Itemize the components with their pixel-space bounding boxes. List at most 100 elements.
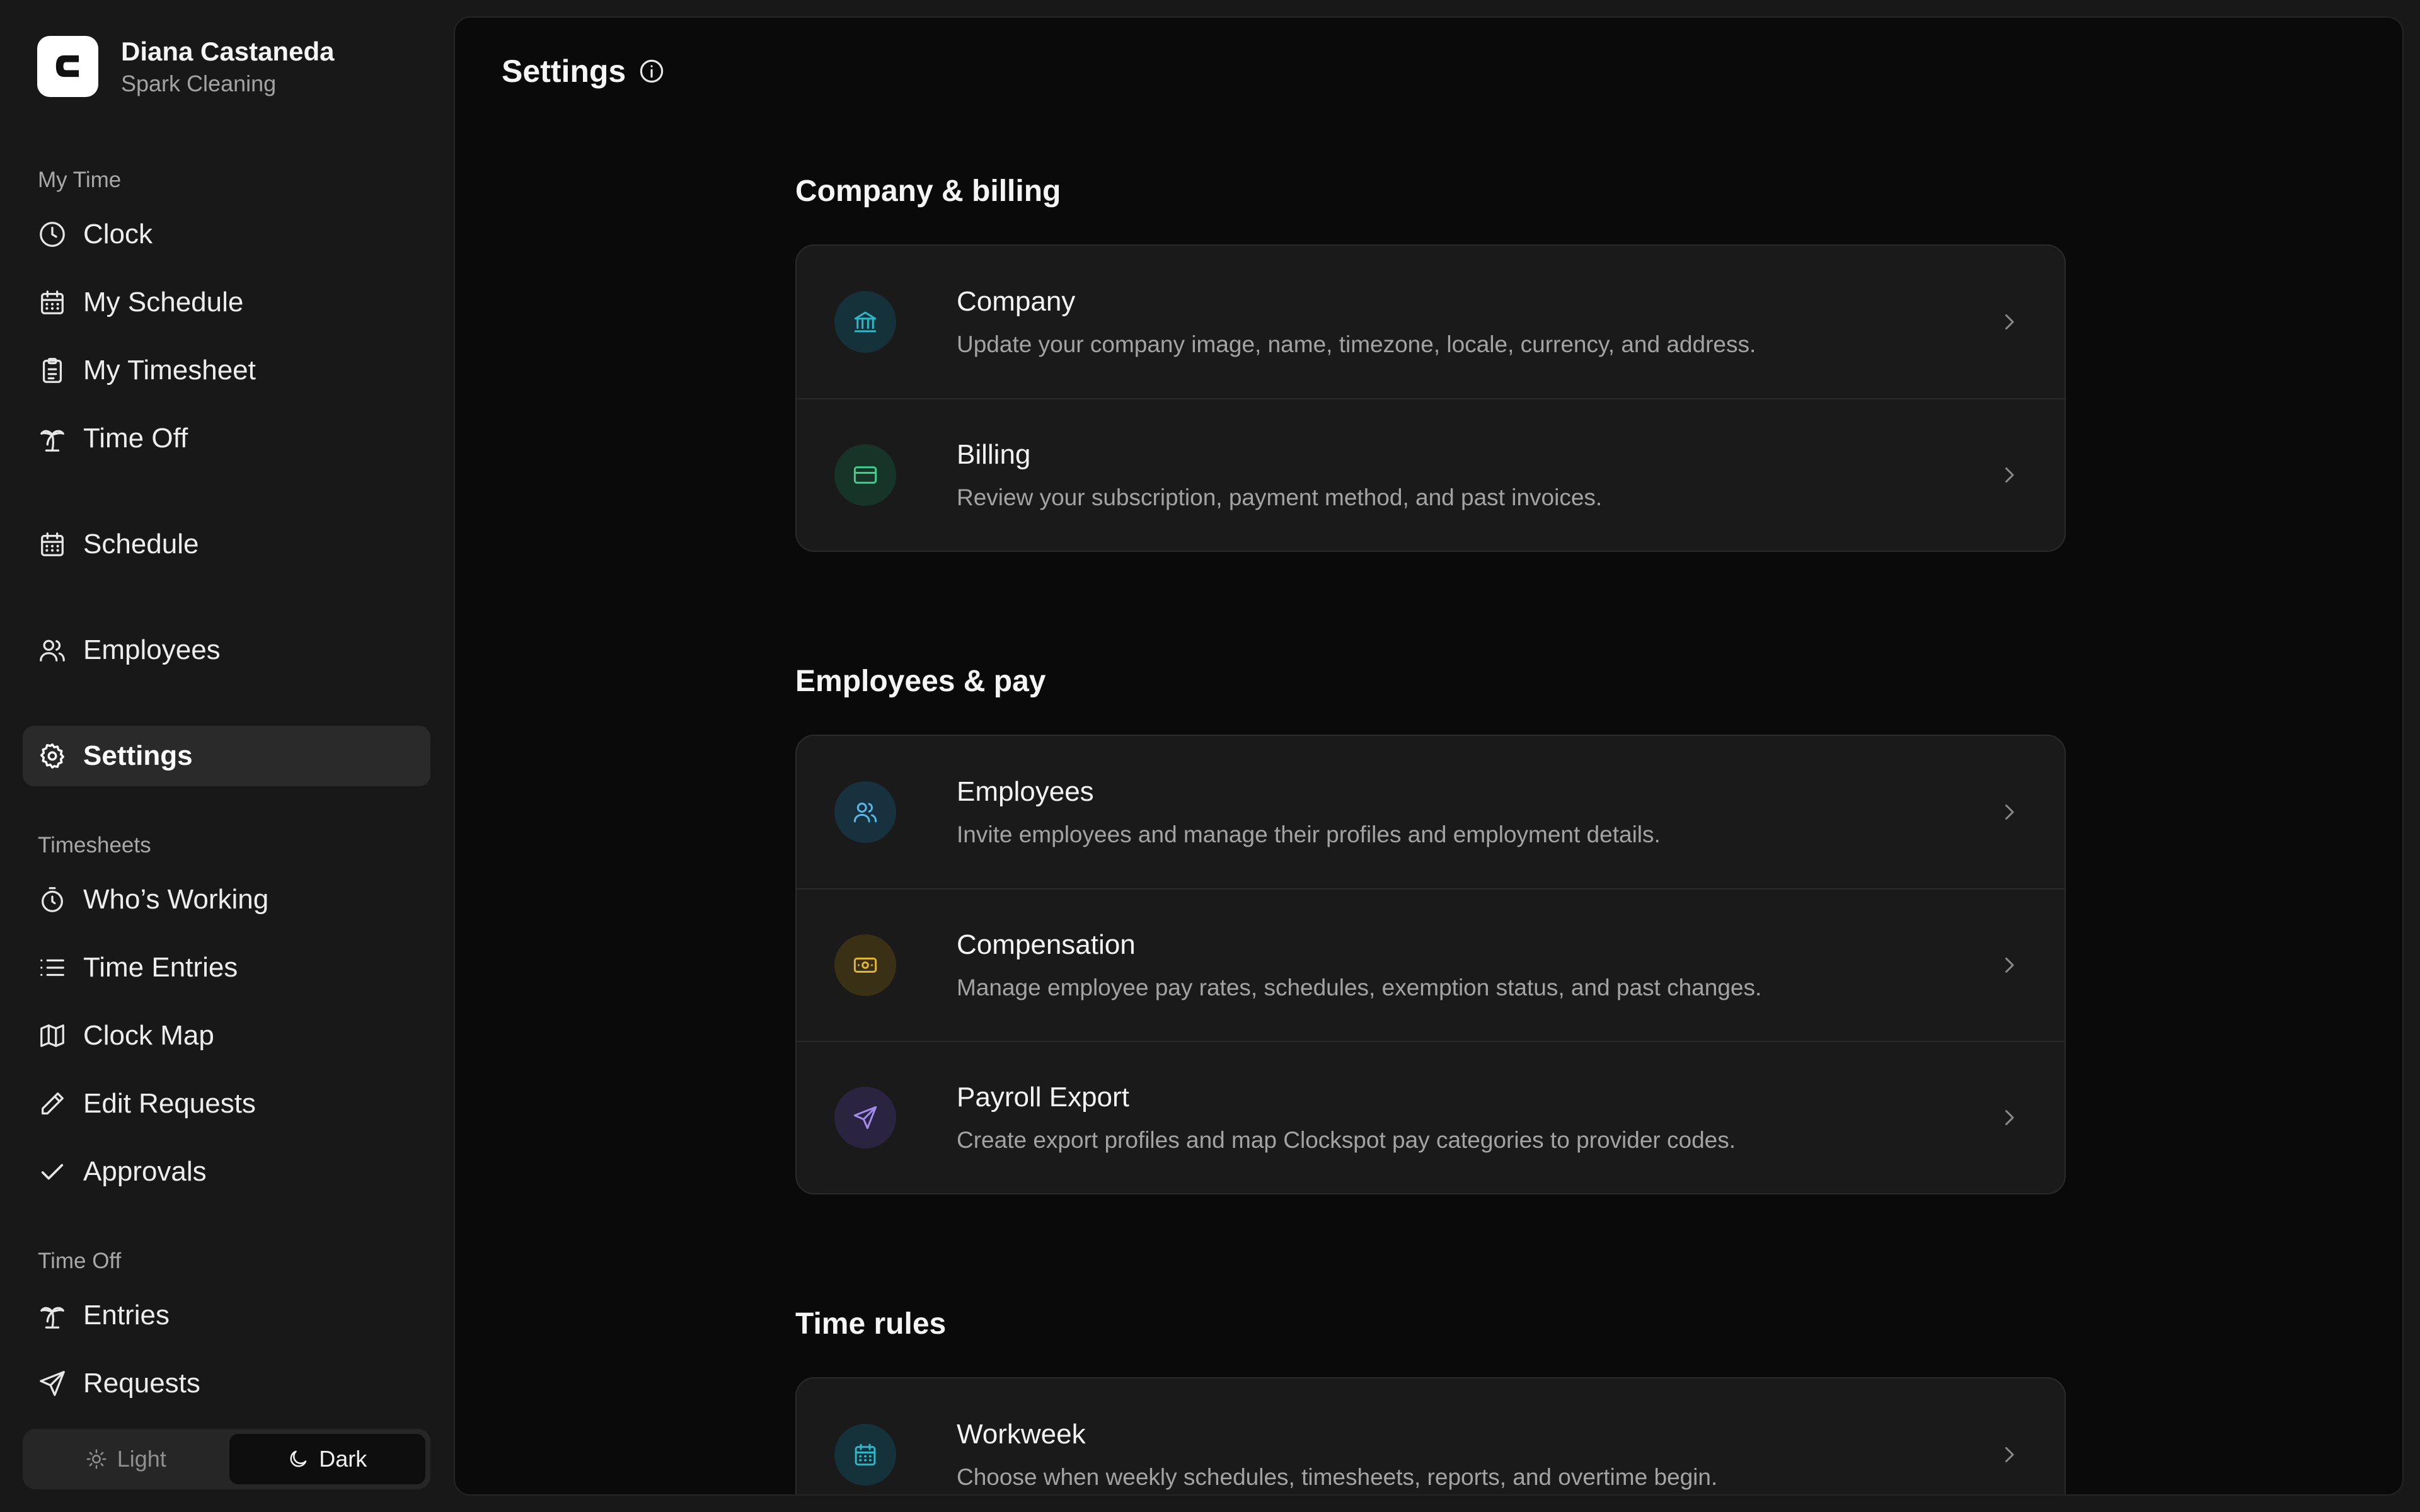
section-label-timesheets: Timesheets bbox=[38, 833, 151, 857]
calendar-icon bbox=[855, 1443, 876, 1466]
settings-row-billing[interactable]: Billing Review your subscription, paymen… bbox=[797, 398, 2065, 551]
sidebar-item-my-schedule[interactable]: My Schedule bbox=[23, 272, 430, 333]
row-description: Create export profiles and map Clockspot… bbox=[957, 1127, 1736, 1153]
sidebar-item-label: Entries bbox=[83, 1300, 170, 1331]
sidebar-item-employees[interactable]: Employees bbox=[23, 620, 430, 680]
settings-row-compensation[interactable]: Compensation Manage employee pay rates, … bbox=[797, 888, 2065, 1041]
row-description: Invite employees and manage their profil… bbox=[957, 822, 1661, 847]
group-title-company-billing: Company & billing bbox=[795, 175, 1061, 208]
section-label-my-time: My Time bbox=[38, 168, 122, 192]
sidebar-item-time-entries[interactable]: Time Entries bbox=[23, 937, 430, 998]
row-description: Update your company image, name, timezon… bbox=[957, 331, 1756, 357]
theme-light-label: Light bbox=[117, 1446, 166, 1472]
row-description: Choose when weekly schedules, timesheets… bbox=[957, 1464, 1718, 1490]
row-title: Compensation bbox=[957, 929, 1136, 960]
account-header[interactable]: Diana Castaneda Spark Cleaning bbox=[37, 34, 334, 98]
theme-dark-button[interactable]: Dark bbox=[229, 1434, 425, 1484]
row-title: Workweek bbox=[957, 1419, 1086, 1450]
sidebar-item-label: Who’s Working bbox=[83, 884, 269, 915]
clock-icon bbox=[40, 222, 65, 247]
app-window: Diana Castaneda Spark Cleaning My Time C… bbox=[0, 0, 2420, 1512]
sun-icon bbox=[86, 1449, 107, 1469]
sidebar-item-clock-map[interactable]: Clock Map bbox=[23, 1005, 430, 1066]
row-description: Manage employee pay rates, schedules, ex… bbox=[957, 975, 1762, 1000]
moon-icon bbox=[290, 1450, 307, 1467]
sidebar: Diana Castaneda Spark Cleaning My Time C… bbox=[0, 0, 454, 1512]
list-icon bbox=[40, 959, 64, 976]
sidebar-item-label: My Timesheet bbox=[83, 355, 256, 386]
pencil-icon bbox=[42, 1092, 64, 1114]
chevron-right-icon bbox=[2005, 805, 2014, 820]
credit-card-icon bbox=[853, 466, 877, 484]
sidebar-item-label: My Schedule bbox=[83, 287, 244, 318]
row-icon-badge bbox=[834, 1424, 896, 1486]
company-logo bbox=[37, 35, 98, 97]
theme-light-button[interactable]: Light bbox=[28, 1434, 224, 1484]
calendar-icon bbox=[41, 532, 64, 556]
company-name: Spark Cleaning bbox=[121, 71, 277, 96]
row-icon-badge bbox=[834, 1087, 896, 1148]
sidebar-item-schedule[interactable]: Schedule bbox=[23, 514, 430, 575]
chevron-right-icon bbox=[2005, 958, 2014, 973]
banknote-icon bbox=[853, 958, 877, 973]
group-title-employees-pay: Employees & pay bbox=[795, 665, 1046, 698]
row-title: Payroll Export bbox=[957, 1082, 1129, 1113]
sidebar-item-my-timesheet[interactable]: My Timesheet bbox=[23, 340, 430, 401]
sidebar-item-approvals[interactable]: Approvals bbox=[23, 1142, 430, 1202]
users-icon bbox=[853, 803, 877, 823]
row-title: Employees bbox=[957, 776, 1094, 807]
settings-row-workweek[interactable]: Workweek Choose when weekly schedules, t… bbox=[797, 1378, 2065, 1494]
settings-card-company-billing: Company Update your company image, name,… bbox=[795, 244, 2066, 552]
palm-tree-icon bbox=[40, 430, 64, 452]
sidebar-item-label: Employees bbox=[83, 634, 221, 665]
sidebar-item-label: Edit Requests bbox=[83, 1088, 256, 1119]
info-icon[interactable] bbox=[638, 58, 665, 84]
row-icon-badge bbox=[834, 781, 896, 843]
page-title: Settings bbox=[502, 54, 626, 89]
chevron-right-icon bbox=[2005, 467, 2014, 483]
sidebar-item-label: Approvals bbox=[83, 1156, 207, 1187]
sidebar-item-whos-working[interactable]: Who’s Working bbox=[23, 869, 430, 930]
map-icon bbox=[40, 1024, 64, 1047]
bank-icon bbox=[854, 311, 877, 333]
sidebar-item-clock[interactable]: Clock bbox=[23, 204, 430, 265]
chevron-right-icon bbox=[2005, 1110, 2014, 1125]
clockspot-logo-icon bbox=[55, 55, 79, 77]
send-icon bbox=[40, 1371, 65, 1396]
user-name: Diana Castaneda bbox=[121, 37, 335, 66]
settings-card-employees-pay: Employees Invite employees and manage th… bbox=[795, 735, 2066, 1194]
sidebar-item-time-off-requests[interactable]: Requests bbox=[23, 1353, 430, 1414]
chevron-right-icon bbox=[2005, 1447, 2014, 1462]
settings-card-time-rules: Workweek Choose when weekly schedules, t… bbox=[795, 1377, 2066, 1494]
gear-icon bbox=[40, 743, 64, 769]
sidebar-item-edit-requests[interactable]: Edit Requests bbox=[23, 1074, 430, 1134]
settings-panel: Settings Company & billing Company Updat… bbox=[454, 16, 2404, 1496]
sidebar-item-label: Schedule bbox=[83, 529, 199, 559]
row-icon-badge bbox=[834, 291, 896, 353]
row-icon-badge bbox=[834, 444, 896, 506]
row-description: Review your subscription, payment method… bbox=[957, 484, 1603, 510]
sidebar-item-label: Time Off bbox=[83, 423, 188, 454]
calendar-icon bbox=[41, 290, 64, 314]
chevron-right-icon bbox=[2005, 314, 2014, 329]
settings-row-payroll-export[interactable]: Payroll Export Create export profiles an… bbox=[797, 1041, 2065, 1193]
timer-icon bbox=[42, 887, 63, 912]
users-icon bbox=[40, 639, 65, 662]
sidebar-item-settings[interactable]: Settings bbox=[23, 726, 430, 786]
sidebar-item-label: Settings bbox=[83, 740, 193, 771]
send-icon bbox=[853, 1106, 877, 1130]
sidebar-item-label: Clock Map bbox=[83, 1020, 214, 1051]
page-header: Settings bbox=[502, 53, 665, 89]
sidebar-item-label: Clock bbox=[83, 219, 153, 249]
sidebar-item-time-off-entries[interactable]: Entries bbox=[23, 1285, 430, 1346]
settings-row-company[interactable]: Company Update your company image, name,… bbox=[797, 246, 2065, 398]
settings-row-employees[interactable]: Employees Invite employees and manage th… bbox=[797, 736, 2065, 888]
theme-dark-label: Dark bbox=[319, 1446, 367, 1472]
group-title-time-rules: Time rules bbox=[795, 1307, 947, 1341]
sidebar-item-label: Time Entries bbox=[83, 952, 238, 983]
row-title: Billing bbox=[957, 439, 1031, 470]
check-icon bbox=[41, 1164, 64, 1180]
section-label-time-off: Time Off bbox=[38, 1249, 122, 1273]
row-title: Company bbox=[957, 286, 1076, 317]
sidebar-item-time-off[interactable]: Time Off bbox=[23, 408, 430, 469]
